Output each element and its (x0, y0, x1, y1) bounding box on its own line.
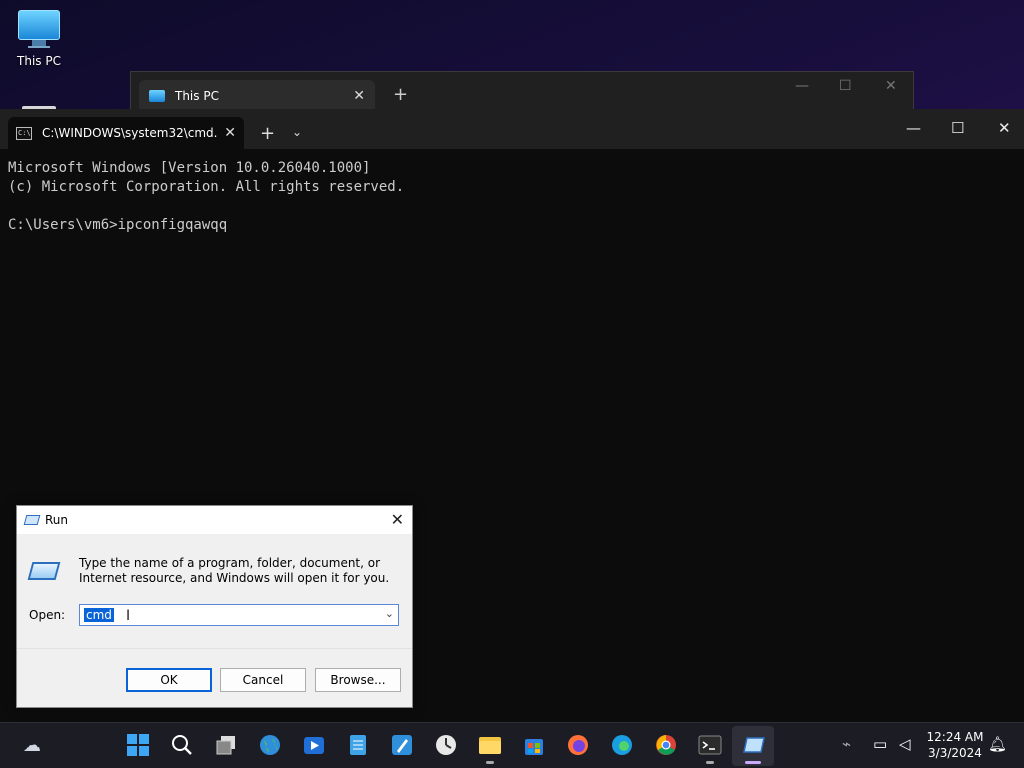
desktop-icon-label: This PC (17, 54, 61, 68)
ok-button[interactable]: OK (126, 668, 212, 692)
search-icon[interactable] (170, 733, 194, 757)
network-off-icon[interactable]: ⌁ (842, 735, 851, 753)
store-icon[interactable] (522, 733, 546, 757)
terminal-tab[interactable]: C:\ C:\WINDOWS\system32\cmd. ✕ (8, 117, 244, 149)
globe-icon[interactable] (258, 733, 282, 757)
desktop-icon-this-pc[interactable]: This PC (8, 10, 70, 68)
file-explorer-icon[interactable] (478, 733, 502, 757)
terminal-close-button[interactable]: ✕ (998, 119, 1011, 137)
running-indicator (706, 761, 714, 764)
explorer-minimize-button[interactable]: — (795, 78, 809, 94)
media-app-icon[interactable] (302, 733, 326, 757)
open-input-value[interactable]: cmd (84, 608, 114, 622)
display-icon[interactable]: ▭ (873, 735, 887, 753)
terminal-new-tab-button[interactable]: + (260, 123, 275, 144)
explorer-close-button[interactable]: ✕ (885, 78, 897, 94)
taskbar: ☁ ⌁ ▭ ◁ 12:24 AM 3/3/2024 🔔︎ (0, 722, 1024, 768)
windows-start-icon[interactable] (126, 733, 150, 757)
this-pc-icon (149, 90, 165, 102)
run-titlebar[interactable]: Run ✕ (17, 506, 412, 534)
terminal-output[interactable]: Microsoft Windows [Version 10.0.26040.10… (8, 159, 404, 235)
clock-date: 3/3/2024 (928, 746, 982, 760)
notepad-icon[interactable] (346, 733, 370, 757)
terminal-titlebar[interactable]: C:\ C:\WINDOWS\system32\cmd. ✕ + ⌄ — ☐ ✕ (0, 109, 1024, 149)
explorer-tab-close-icon[interactable]: ✕ (353, 88, 365, 104)
explorer-maximize-button[interactable]: ☐ (839, 78, 852, 94)
weather-icon[interactable]: ☁ (20, 733, 44, 757)
cmd-icon: C:\ (16, 126, 32, 140)
task-view-icon[interactable] (214, 733, 238, 757)
run-icon (23, 515, 41, 525)
browse-button[interactable]: Browse... (315, 668, 401, 692)
open-combobox[interactable]: cmd I ⌄ (79, 604, 399, 626)
volume-muted-icon[interactable]: ◁ (899, 735, 911, 753)
clock-time: 12:24 AM (926, 730, 984, 744)
paint-icon[interactable] (390, 733, 414, 757)
terminal-dropdown-button[interactable]: ⌄ (292, 125, 302, 139)
terminal-icon[interactable] (698, 733, 722, 757)
run-description: Type the name of a program, folder, docu… (79, 556, 390, 585)
terminal-tab-close-icon[interactable]: ✕ (224, 125, 236, 141)
chrome-icon[interactable] (654, 733, 678, 757)
cancel-button[interactable]: Cancel (220, 668, 306, 692)
open-label: Open: (29, 608, 66, 622)
clock-app-icon[interactable] (434, 733, 458, 757)
clock[interactable]: 12:24 AM 3/3/2024 (922, 729, 988, 761)
run-title: Run (45, 513, 69, 527)
active-indicator (745, 761, 761, 764)
run-footer: OK Cancel Browse... (17, 648, 412, 707)
edge-icon[interactable] (610, 733, 634, 757)
terminal-tab-title: C:\WINDOWS\system32\cmd. (42, 126, 218, 140)
firefox-icon[interactable] (566, 733, 590, 757)
running-indicator (486, 761, 494, 764)
terminal-minimize-button[interactable]: — (906, 119, 921, 137)
monitor-icon (18, 10, 60, 40)
notification-bell-icon[interactable]: 🔔︎ (988, 735, 1007, 753)
explorer-tab-title: This PC (175, 89, 219, 103)
terminal-line: (c) Microsoft Corporation. All rights re… (8, 179, 405, 195)
run-taskbar-icon[interactable] (742, 733, 766, 757)
run-large-icon (27, 562, 61, 580)
explorer-new-tab-button[interactable]: + (393, 84, 408, 105)
terminal-line: Microsoft Windows [Version 10.0.26040.10… (8, 160, 371, 176)
text-cursor-icon: I (126, 608, 131, 624)
run-dialog: Run ✕ Type the name of a program, folder… (16, 505, 413, 708)
terminal-maximize-button[interactable]: ☐ (951, 119, 964, 137)
explorer-tab[interactable]: This PC ✕ (139, 80, 375, 112)
run-close-button[interactable]: ✕ (391, 510, 404, 529)
terminal-prompt-line: C:\Users\vm6>ipconfigqawqq (8, 217, 228, 233)
chevron-down-icon[interactable]: ⌄ (385, 607, 394, 620)
